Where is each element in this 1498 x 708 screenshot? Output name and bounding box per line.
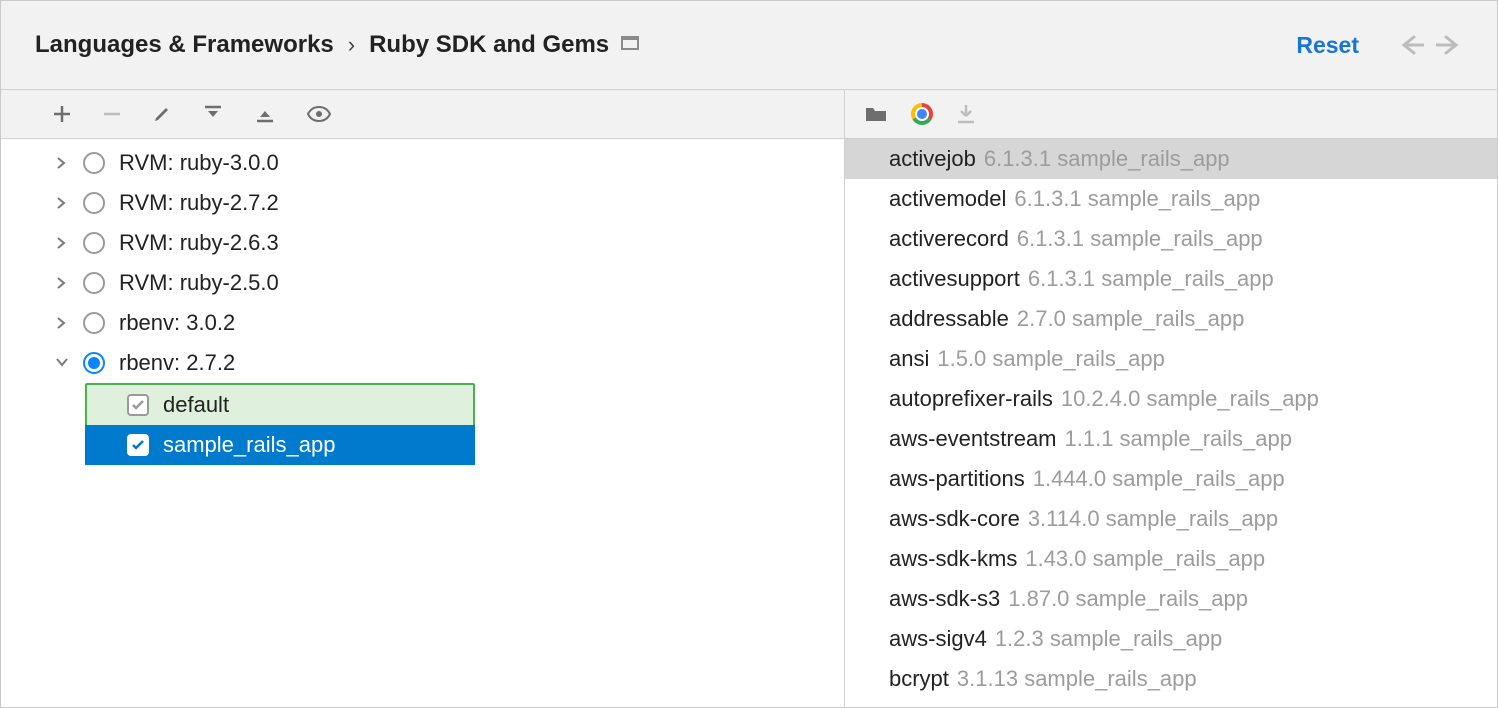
gem-meta: 6.1.3.1 sample_rails_app (1017, 226, 1263, 252)
gem-row[interactable]: activemodel 6.1.3.1 sample_rails_app (845, 179, 1497, 219)
gem-row[interactable]: ansi 1.5.0 sample_rails_app (845, 339, 1497, 379)
sdk-tree[interactable]: RVM: ruby-3.0.0 RVM: ruby-2.7.2 RVM: rub… (1, 139, 844, 707)
gem-meta: 1.43.0 sample_rails_app (1025, 546, 1265, 572)
sdk-label: RVM: ruby-2.7.2 (119, 190, 279, 216)
open-folder-icon[interactable] (865, 105, 887, 123)
sdk-row[interactable]: rbenv: 2.7.2 (1, 343, 844, 383)
sdk-panel: RVM: ruby-3.0.0 RVM: ruby-2.7.2 RVM: rub… (1, 89, 845, 707)
gem-name: addressable (889, 306, 1009, 332)
gem-meta: 1.87.0 sample_rails_app (1008, 586, 1248, 612)
gem-list[interactable]: activejob 6.1.3.1 sample_rails_app active… (845, 139, 1497, 707)
gem-row[interactable]: aws-sigv4 1.2.3 sample_rails_app (845, 619, 1497, 659)
sdk-toolbar (1, 89, 844, 139)
gem-name: aws-sigv4 (889, 626, 987, 652)
gem-meta: 1.1.1 sample_rails_app (1065, 426, 1292, 452)
gem-meta: 2.7.0 sample_rails_app (1017, 306, 1244, 332)
gem-row[interactable]: aws-sdk-core 3.114.0 sample_rails_app (845, 499, 1497, 539)
gem-meta: 1.5.0 sample_rails_app (937, 346, 1164, 372)
chevron-right-icon[interactable] (55, 317, 69, 329)
gem-panel: activejob 6.1.3.1 sample_rails_app active… (845, 89, 1497, 707)
gem-name: activemodel (889, 186, 1006, 212)
sdk-row[interactable]: RVM: ruby-2.7.2 (1, 183, 844, 223)
sdk-radio[interactable] (83, 352, 105, 374)
gem-name: aws-sdk-core (889, 506, 1020, 532)
header: Languages & Frameworks › Ruby SDK and Ge… (1, 1, 1497, 89)
gemset-label: default (163, 392, 229, 418)
sdk-row[interactable]: RVM: ruby-3.0.0 (1, 143, 844, 183)
settings-dialog: Languages & Frameworks › Ruby SDK and Ge… (0, 0, 1498, 708)
breadcrumb-separator-icon: › (348, 32, 355, 58)
gem-meta: 6.1.3.1 sample_rails_app (984, 146, 1230, 172)
gem-meta: 3.114.0 sample_rails_app (1028, 506, 1278, 532)
gem-name: bcrypt (889, 666, 949, 692)
gem-name: aws-partitions (889, 466, 1025, 492)
gem-name: aws-eventstream (889, 426, 1057, 452)
gem-row[interactable]: activerecord 6.1.3.1 sample_rails_app (845, 219, 1497, 259)
gemset-highlight-box: default sample_rails_app (85, 383, 475, 465)
open-in-new-window-icon[interactable] (621, 34, 639, 57)
gem-name: activerecord (889, 226, 1009, 252)
sdk-row[interactable]: rbenv: 3.0.2 (1, 303, 844, 343)
gem-meta: 6.1.3.1 sample_rails_app (1014, 186, 1260, 212)
edit-sdk-icon[interactable] (153, 105, 171, 123)
sdk-radio[interactable] (83, 232, 105, 254)
sdk-radio[interactable] (83, 152, 105, 174)
chevron-right-icon[interactable] (55, 157, 69, 169)
collapse-all-icon[interactable] (255, 104, 275, 124)
gem-name: activesupport (889, 266, 1020, 292)
gem-name: aws-sdk-kms (889, 546, 1017, 572)
gemset-row[interactable]: sample_rails_app (85, 425, 475, 465)
gem-row[interactable]: autoprefixer-rails 10.2.4.0 sample_rails_… (845, 379, 1497, 419)
sdk-label: rbenv: 2.7.2 (119, 350, 235, 376)
gem-toolbar (845, 89, 1497, 139)
breadcrumb-root[interactable]: Languages & Frameworks (35, 31, 334, 59)
sdk-label: rbenv: 3.0.2 (119, 310, 235, 336)
gem-meta: 10.2.4.0 sample_rails_app (1061, 386, 1319, 412)
remove-sdk-icon[interactable] (103, 105, 121, 123)
chevron-right-icon[interactable] (55, 277, 69, 289)
gemset-row[interactable]: default (87, 385, 473, 425)
breadcrumb-page: Ruby SDK and Gems (369, 31, 609, 59)
gem-meta: 1.2.3 sample_rails_app (995, 626, 1222, 652)
gem-name: autoprefixer-rails (889, 386, 1053, 412)
chevron-down-icon[interactable] (55, 358, 69, 368)
gemset-label: sample_rails_app (163, 432, 335, 458)
chrome-browser-icon[interactable] (911, 103, 933, 125)
gem-name: ansi (889, 346, 929, 372)
sdk-label: RVM: ruby-2.6.3 (119, 230, 279, 256)
gem-meta: 1.444.0 sample_rails_app (1033, 466, 1285, 492)
gem-meta: 3.1.13 sample_rails_app (957, 666, 1197, 692)
reset-button[interactable]: Reset (1296, 32, 1359, 59)
sdk-radio[interactable] (83, 192, 105, 214)
nav-back-icon[interactable] (1397, 31, 1425, 59)
gem-name: aws-sdk-s3 (889, 586, 1000, 612)
gem-row[interactable]: aws-partitions 1.444.0 sample_rails_app (845, 459, 1497, 499)
download-icon[interactable] (957, 104, 975, 124)
sdk-label: RVM: ruby-3.0.0 (119, 150, 279, 176)
show-hidden-icon[interactable] (307, 105, 331, 123)
gemset-checkbox[interactable] (127, 394, 149, 416)
gemset-checkbox[interactable] (127, 434, 149, 456)
nav-forward-icon[interactable] (1435, 31, 1463, 59)
gem-row[interactable]: aws-sdk-s3 1.87.0 sample_rails_app (845, 579, 1497, 619)
sdk-row[interactable]: RVM: ruby-2.6.3 (1, 223, 844, 263)
sdk-label: RVM: ruby-2.5.0 (119, 270, 279, 296)
gem-row[interactable]: aws-sdk-kms 1.43.0 sample_rails_app (845, 539, 1497, 579)
chevron-right-icon[interactable] (55, 237, 69, 249)
sdk-row[interactable]: RVM: ruby-2.5.0 (1, 263, 844, 303)
gem-row[interactable]: bcrypt 3.1.13 sample_rails_app (845, 659, 1497, 699)
chevron-right-icon[interactable] (55, 197, 69, 209)
add-sdk-icon[interactable] (53, 105, 71, 123)
gem-name: activejob (889, 146, 976, 172)
sdk-radio[interactable] (83, 272, 105, 294)
gem-row[interactable]: activesupport 6.1.3.1 sample_rails_app (845, 259, 1497, 299)
sdk-radio[interactable] (83, 312, 105, 334)
gem-row[interactable]: aws-eventstream 1.1.1 sample_rails_app (845, 419, 1497, 459)
expand-all-icon[interactable] (203, 104, 223, 124)
gem-row[interactable]: activejob 6.1.3.1 sample_rails_app (845, 139, 1497, 179)
gem-meta: 6.1.3.1 sample_rails_app (1028, 266, 1274, 292)
gem-row[interactable]: addressable 2.7.0 sample_rails_app (845, 299, 1497, 339)
